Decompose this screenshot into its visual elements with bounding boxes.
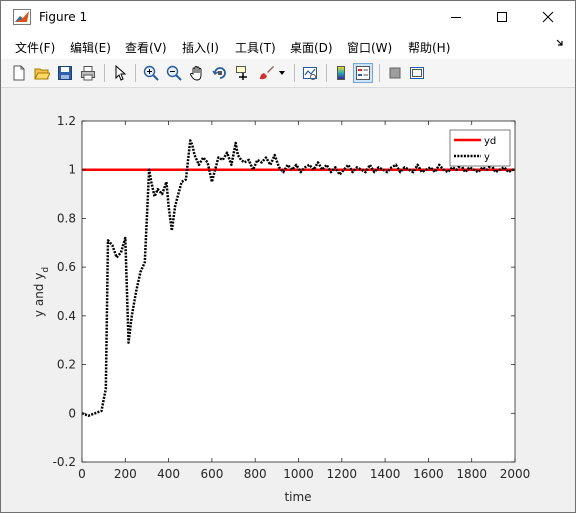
- zoom-in-icon[interactable]: [141, 63, 161, 83]
- legend-icon[interactable]: [353, 63, 373, 83]
- legend[interactable]: yd y: [449, 129, 511, 167]
- plot-svg: 0 200 400 600 800 1000 1200 1400 1600 1800 2000 -0…: [32, 114, 531, 504]
- toolbar-separator: [379, 64, 380, 82]
- y-axis-label: y and yd: [32, 267, 51, 317]
- show-plot-tools-icon[interactable]: [407, 63, 427, 83]
- pan-hand-icon[interactable]: [187, 63, 207, 83]
- toolbar-separator: [135, 64, 136, 82]
- close-icon: [542, 11, 554, 23]
- print-icon[interactable]: [78, 63, 98, 83]
- toolbar-separator: [326, 64, 327, 82]
- colorbar-icon[interactable]: [331, 63, 351, 83]
- zoom-out-icon[interactable]: [164, 63, 184, 83]
- select-arrow-icon[interactable]: [110, 63, 130, 83]
- maximize-icon: [497, 12, 507, 22]
- y-axis-label-main: y and y: [32, 273, 46, 317]
- y-tick-label: 1: [68, 163, 76, 177]
- y-tick-label: 1.2: [57, 114, 76, 128]
- x-tick-label: 600: [200, 467, 223, 481]
- x-tick-label: 1800: [456, 467, 487, 481]
- x-tick-label: 400: [157, 467, 180, 481]
- x-tick-label: 1600: [413, 467, 444, 481]
- close-button[interactable]: [525, 1, 571, 33]
- menu-insert[interactable]: 插入(I): [182, 39, 219, 56]
- figure-toolbar: [1, 59, 575, 88]
- x-tick-label: 1400: [370, 467, 401, 481]
- y-tick-label: 0.2: [57, 358, 76, 372]
- menu-view[interactable]: 查看(V): [125, 39, 167, 56]
- y-axis-label-subscript: d: [41, 267, 51, 273]
- figure-canvas: 0 200 400 600 800 1000 1200 1400 1600 1800 2000 -0…: [9, 89, 567, 507]
- open-file-icon[interactable]: [32, 63, 52, 83]
- brush-icon[interactable]: [256, 63, 276, 83]
- toolbar-separator: [294, 64, 295, 82]
- menu-desktop[interactable]: 桌面(D): [290, 39, 333, 56]
- y-tick-label: -0.2: [53, 455, 76, 469]
- menu-help[interactable]: 帮助(H): [408, 39, 450, 56]
- x-axis-label: time: [284, 490, 311, 504]
- minimize-icon: [451, 17, 461, 18]
- legend-box: [449, 129, 511, 167]
- toolbar-separator: [104, 64, 105, 82]
- data-cursor-icon[interactable]: [233, 63, 253, 83]
- hide-plot-tools-icon[interactable]: [385, 63, 405, 83]
- brush-dropdown-icon[interactable]: [276, 63, 288, 83]
- window-title: Figure 1: [39, 10, 88, 24]
- x-tick-label: 1000: [283, 467, 314, 481]
- new-figure-icon[interactable]: [9, 63, 29, 83]
- x-tick-label: 1200: [327, 467, 358, 481]
- y-tick-label: 0.4: [57, 309, 76, 323]
- minimize-button[interactable]: [433, 1, 479, 33]
- link-plot-icon[interactable]: [300, 63, 320, 83]
- figure-window: Figure 1 文件(F) 编辑(E) 查看(V) 插入(I) 工具(T) 桌…: [0, 0, 576, 513]
- menu-window[interactable]: 窗口(W): [347, 39, 392, 56]
- legend-y-label: y: [484, 152, 490, 163]
- rotate-3d-icon[interactable]: [210, 63, 230, 83]
- x-tick-label: 0: [78, 467, 86, 481]
- menu-tools[interactable]: 工具(T): [235, 39, 276, 56]
- x-tick-label: 800: [244, 467, 267, 481]
- x-tick-label: 200: [114, 467, 137, 481]
- y-tick-label: 0.6: [57, 260, 76, 274]
- menu-file[interactable]: 文件(F): [15, 39, 55, 56]
- y-tick-label: 0: [68, 406, 76, 420]
- axes-background[interactable]: [82, 121, 515, 462]
- arrow-icon[interactable]: [556, 39, 565, 51]
- legend-yd-label: yd: [484, 136, 496, 147]
- menu-edit[interactable]: 编辑(E): [70, 39, 111, 56]
- menu-bar: 文件(F) 编辑(E) 查看(V) 插入(I) 工具(T) 桌面(D) 窗口(W…: [1, 33, 575, 59]
- title-bar[interactable]: Figure 1: [1, 1, 575, 33]
- x-tick-label: 2000: [500, 467, 531, 481]
- matlab-logo-icon: [13, 9, 31, 25]
- save-icon[interactable]: [55, 63, 75, 83]
- y-tick-label: 0.8: [57, 211, 76, 225]
- maximize-button[interactable]: [479, 1, 525, 33]
